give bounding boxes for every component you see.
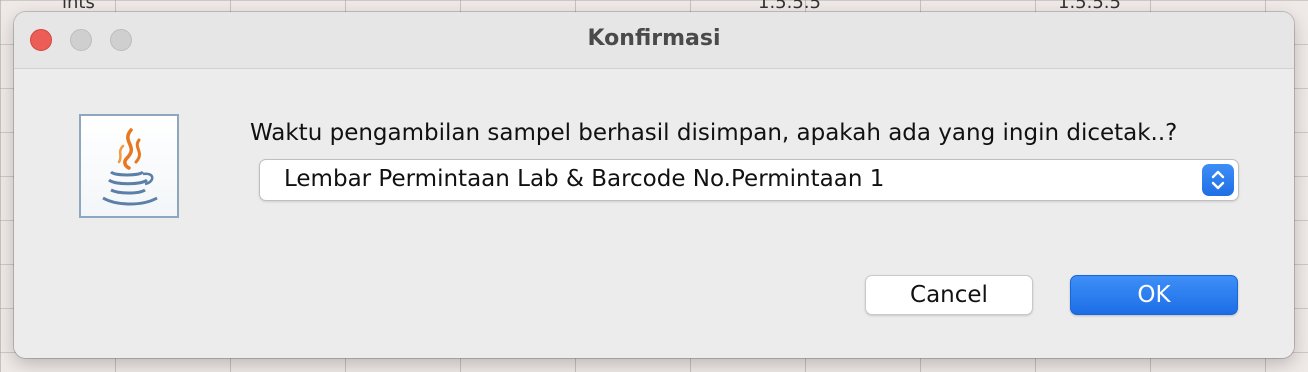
confirmation-dialog: Konfirmasi Waktu pengambilan sampel berh…	[14, 12, 1294, 358]
select-stepper[interactable]	[1202, 164, 1234, 196]
cancel-button[interactable]: Cancel	[865, 275, 1033, 315]
print-option-select[interactable]: Lembar Permintaan Lab & Barcode No.Permi…	[259, 159, 1239, 201]
chevron-up-down-icon	[1211, 170, 1225, 190]
ok-button[interactable]: OK	[1070, 275, 1238, 315]
dialog-message: Waktu pengambilan sampel berhasil disimp…	[250, 120, 1178, 146]
java-icon	[79, 114, 179, 218]
dialog-content: Waktu pengambilan sampel berhasil disimp…	[14, 69, 1294, 358]
select-value: Lembar Permintaan Lab & Barcode No.Permi…	[284, 166, 885, 192]
dialog-title: Konfirmasi	[587, 26, 721, 51]
title-bar: Konfirmasi	[14, 12, 1294, 69]
